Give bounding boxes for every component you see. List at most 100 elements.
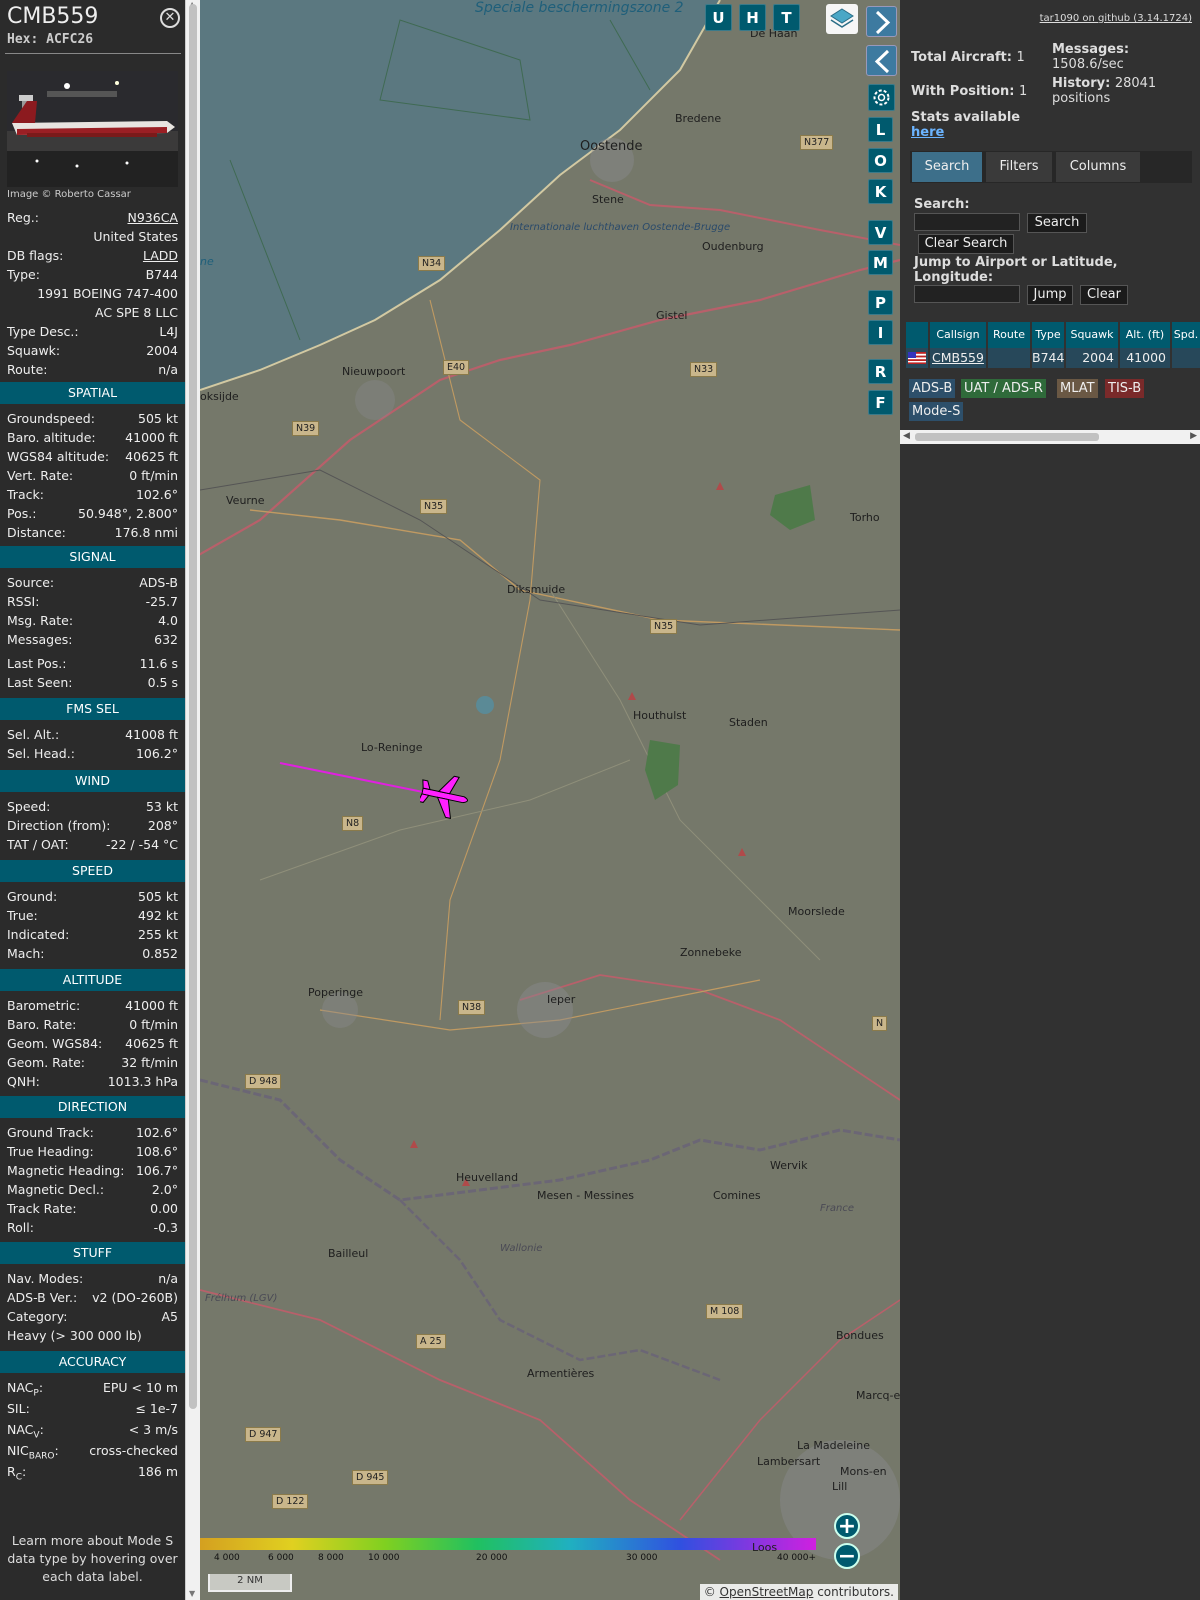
scrollbar-thumb[interactable] xyxy=(189,4,197,1409)
row-callsign[interactable]: CMB559 xyxy=(930,348,986,368)
row-squawk: 2004 xyxy=(1066,348,1118,368)
data-label[interactable]: True Heading: xyxy=(7,1144,94,1159)
toolbar-button-h[interactable]: H xyxy=(739,4,766,31)
tab-search[interactable]: Search xyxy=(912,152,982,182)
map-button-f[interactable]: F xyxy=(868,390,893,415)
expand-right-button[interactable] xyxy=(866,6,897,37)
search-button[interactable]: Search xyxy=(1027,213,1087,233)
close-icon[interactable]: ✕ xyxy=(160,8,180,28)
aircraft-photo[interactable] xyxy=(7,71,178,187)
data-label[interactable]: Track Rate: xyxy=(7,1201,77,1216)
data-label[interactable]: Messages: xyxy=(7,632,73,647)
data-label[interactable]: RSSI: xyxy=(7,594,39,609)
clear-search-button[interactable]: Clear Search xyxy=(918,234,1014,254)
column-header-type[interactable]: Type xyxy=(1032,322,1064,348)
info-row: DB flags: LADD xyxy=(0,246,185,265)
map-button-o[interactable]: O xyxy=(868,148,893,173)
zoom-out-button[interactable]: − xyxy=(834,1543,860,1569)
data-label[interactable]: WGS84 altitude: xyxy=(7,449,109,464)
jump-button[interactable]: Jump xyxy=(1027,285,1073,305)
scrollbar-thumb[interactable] xyxy=(915,433,1099,441)
data-value: 32 ft/min xyxy=(121,1055,178,1070)
map-button-k[interactable]: K xyxy=(868,179,893,204)
sidebar-scrollbar[interactable]: ▲ ▼ xyxy=(185,0,200,1600)
data-label[interactable]: SIL: xyxy=(7,1401,30,1416)
data-label[interactable]: Geom. Rate: xyxy=(7,1055,85,1070)
data-label[interactable]: Baro. altitude: xyxy=(7,430,96,445)
data-label[interactable]: Source: xyxy=(7,575,54,590)
clear-button[interactable]: Clear xyxy=(1080,285,1128,305)
data-label[interactable]: Mach: xyxy=(7,946,44,961)
toolbar-button-t[interactable]: T xyxy=(773,4,800,31)
info-link[interactable]: N936CA xyxy=(128,210,179,225)
data-label[interactable]: Geom. WGS84: xyxy=(7,1036,102,1051)
source-badge-uat: UAT / ADS-R xyxy=(961,379,1046,398)
data-label[interactable]: Last Pos.: xyxy=(7,656,66,671)
data-label[interactable]: QNH: xyxy=(7,1074,40,1089)
tab-filters[interactable]: Filters xyxy=(986,152,1052,182)
data-label[interactable]: Magnetic Heading: xyxy=(7,1163,124,1178)
data-label[interactable]: Ground Track: xyxy=(7,1125,94,1140)
data-label[interactable]: TAT / OAT: xyxy=(7,837,69,852)
data-label[interactable]: NICBARO: xyxy=(7,1443,59,1462)
data-label[interactable]: Baro. Rate: xyxy=(7,1017,76,1032)
column-header-speed[interactable]: Spd. xyxy=(1172,322,1200,348)
data-label[interactable]: Pos.: xyxy=(7,506,36,521)
toolbar-button-u[interactable]: U xyxy=(705,4,732,31)
scroll-down-arrow-icon[interactable]: ▼ xyxy=(189,1589,195,1598)
scroll-right-arrow-icon[interactable]: ▶ xyxy=(1190,431,1197,441)
layers-button[interactable] xyxy=(826,4,858,34)
osm-link[interactable]: OpenStreetMap xyxy=(720,1585,814,1599)
data-label[interactable]: Roll: xyxy=(7,1220,34,1235)
info-link[interactable]: LADD xyxy=(143,248,178,263)
jump-input[interactable] xyxy=(914,285,1020,303)
data-label[interactable]: Last Seen: xyxy=(7,675,72,690)
zoom-in-button[interactable]: + xyxy=(834,1513,860,1539)
map-button-l[interactable]: L xyxy=(868,117,893,142)
search-input[interactable] xyxy=(914,213,1020,231)
data-label[interactable]: Sel. Alt.: xyxy=(7,727,59,742)
tab-columns[interactable]: Columns xyxy=(1056,152,1140,182)
scroll-left-arrow-icon[interactable]: ◀ xyxy=(903,431,910,441)
column-header-route[interactable]: Route xyxy=(988,322,1030,348)
data-label[interactable]: Groundspeed: xyxy=(7,411,95,426)
data-label[interactable]: Heavy (> 300 000 lb) xyxy=(7,1328,142,1343)
data-label[interactable]: RC: xyxy=(7,1464,26,1483)
map-button-m[interactable]: M xyxy=(868,250,893,275)
map-button-i[interactable]: I xyxy=(868,320,893,345)
data-label[interactable]: NACP: xyxy=(7,1380,43,1399)
data-value: 40625 ft xyxy=(125,1036,178,1051)
collapse-left-button[interactable] xyxy=(866,45,897,76)
data-label[interactable]: Direction (from): xyxy=(7,818,111,833)
data-label[interactable]: Track: xyxy=(7,487,44,502)
data-label[interactable]: Msg. Rate: xyxy=(7,613,73,628)
data-label[interactable]: Magnetic Decl.: xyxy=(7,1182,104,1197)
column-header-altitude[interactable]: Alt. (ft) xyxy=(1120,322,1170,348)
data-label[interactable]: Barometric: xyxy=(7,998,80,1013)
map-view[interactable]: Speciale beschermingszone 2 Internationa… xyxy=(200,0,900,1600)
data-label[interactable]: True: xyxy=(7,908,38,923)
github-link[interactable]: tar1090 on github (3.14.1724) xyxy=(1040,13,1192,24)
column-header-squawk[interactable]: Squawk xyxy=(1066,322,1118,348)
data-label[interactable]: Indicated: xyxy=(7,927,69,942)
data-label[interactable]: Ground: xyxy=(7,889,57,904)
data-label[interactable]: NACV: xyxy=(7,1422,44,1441)
total-aircraft-label: Total Aircraft: xyxy=(911,50,1012,65)
data-label[interactable]: Speed: xyxy=(7,799,50,814)
column-header-callsign[interactable]: Callsign xyxy=(930,322,986,348)
table-horizontal-scrollbar[interactable]: ◀ ▶ xyxy=(900,430,1200,444)
data-label[interactable]: Distance: xyxy=(7,525,66,540)
aircraft-icon[interactable] xyxy=(420,773,472,819)
column-header-flag[interactable] xyxy=(906,322,928,348)
data-label[interactable]: Nav. Modes: xyxy=(7,1271,83,1286)
data-row: RSSI: -25.7 xyxy=(0,592,185,611)
data-label[interactable]: Sel. Head.: xyxy=(7,746,75,761)
map-button-v[interactable]: V xyxy=(868,220,893,245)
stats-here-link[interactable]: here xyxy=(911,125,1020,140)
settings-button[interactable] xyxy=(868,84,895,111)
data-label[interactable]: Vert. Rate: xyxy=(7,468,73,483)
data-label[interactable]: ADS-B Ver.: xyxy=(7,1290,77,1305)
map-button-r[interactable]: R xyxy=(868,359,893,384)
map-button-p[interactable]: P xyxy=(868,290,893,315)
data-label[interactable]: Category: xyxy=(7,1309,67,1324)
